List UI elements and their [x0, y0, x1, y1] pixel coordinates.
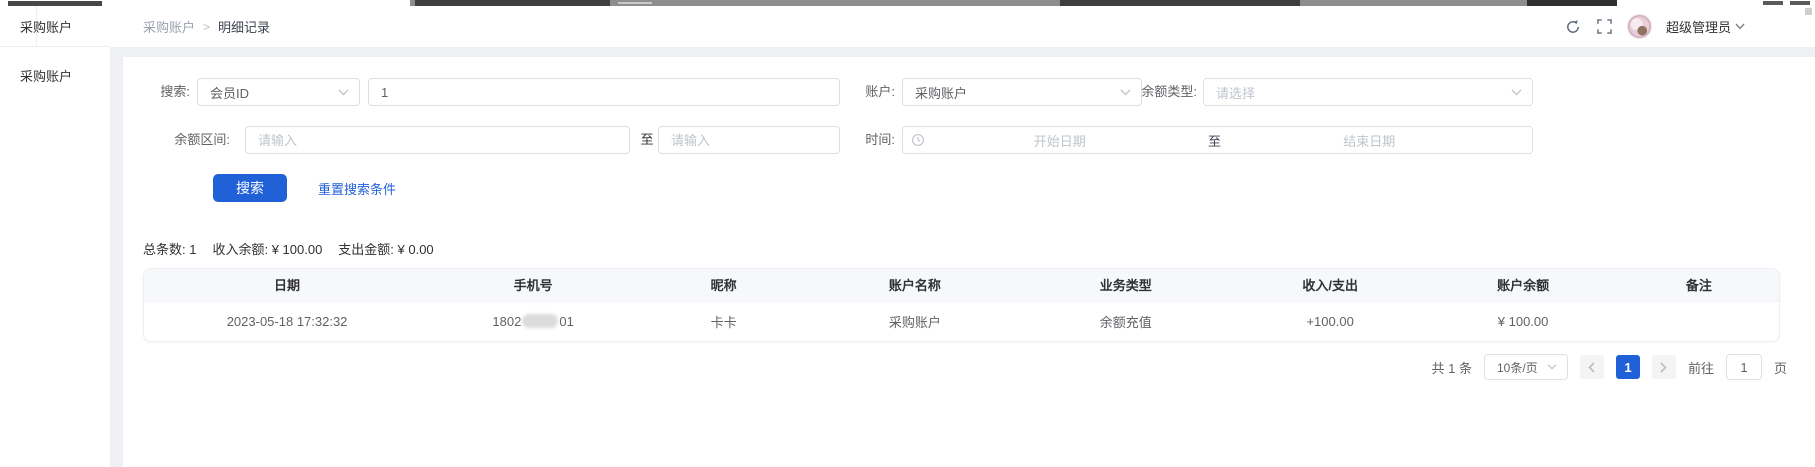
col-nickname: 昵称 — [636, 269, 811, 301]
search-type-value: 会员ID — [210, 83, 249, 102]
next-page-button[interactable] — [1652, 355, 1676, 379]
summary-total: 总条数: 1 — [143, 239, 196, 258]
col-date: 日期 — [144, 269, 430, 301]
content-card: 搜索: 会员ID 账户: 采购账户 余额类型: 请选择 余额区间: 至 时间: … — [123, 57, 1815, 467]
fullscreen-icon[interactable] — [1596, 18, 1613, 35]
goto-unit: 页 — [1774, 358, 1787, 377]
range-max-wrap — [658, 126, 840, 154]
pagination-total: 共 1 条 — [1432, 358, 1472, 377]
scrollbar-thumb[interactable] — [1805, 8, 1812, 15]
table-row: 2023-05-18 17:32:32 180201 卡卡 采购账户 余额充值 … — [144, 301, 1779, 341]
top-fragment-dark — [1060, 0, 1300, 6]
top-cutoff-strip — [0, 0, 1815, 6]
sidebar-section-label: 采购账户 — [20, 17, 72, 36]
top-fragment-right — [1790, 1, 1810, 5]
summary-bar: 总条数: 1 收入余额: ¥ 100.00 支出金额: ¥ 0.00 — [143, 239, 434, 258]
sidebar-item-purchase-account[interactable]: 采购账户 — [0, 55, 110, 95]
range-to-separator: 至 — [636, 126, 658, 154]
phone-suffix: 01 — [559, 314, 573, 329]
search-input[interactable] — [368, 78, 840, 106]
cell-amount: +100.00 — [1233, 301, 1428, 341]
summary-expense: 支出金额: ¥ 0.00 — [338, 239, 433, 258]
breadcrumb-item-current: 明细记录 — [218, 17, 270, 36]
account-label: 账户: — [855, 78, 895, 106]
sidebar: 采购账户 采购账户 — [0, 6, 110, 467]
phone-prefix: 1802 — [492, 314, 521, 329]
clock-icon — [911, 133, 925, 147]
phone-blur-mask — [522, 314, 558, 328]
chevron-right-icon — [1660, 362, 1667, 373]
goto-page-input[interactable] — [1726, 354, 1762, 380]
sidebar-section-title[interactable]: 采购账户 — [0, 6, 110, 47]
goto-label: 前往 — [1688, 358, 1714, 377]
balance-type-placeholder: 请选择 — [1216, 83, 1255, 102]
chevron-left-icon — [1588, 362, 1595, 373]
top-fragment-left — [8, 1, 102, 6]
search-label: 搜索: — [143, 78, 190, 106]
col-amount: 收入/支出 — [1233, 269, 1428, 301]
prev-page-button[interactable] — [1580, 355, 1604, 379]
time-label: 时间: — [855, 126, 895, 154]
top-fragment-text — [618, 2, 652, 4]
breadcrumb: 采购账户 > 明细记录 — [110, 17, 270, 36]
top-fragment-right — [1763, 1, 1783, 5]
header-bar: 采购账户 > 明细记录 超级管理员 — [110, 6, 1815, 47]
table-header-row: 日期 手机号 昵称 账户名称 业务类型 收入/支出 账户余额 备注 — [144, 269, 1779, 301]
search-button[interactable]: 搜索 — [213, 174, 287, 202]
sidebar-item-label: 采购账户 — [20, 66, 72, 85]
user-name-label: 超级管理员 — [1666, 17, 1731, 36]
date-start-placeholder[interactable]: 开始日期 — [925, 131, 1195, 150]
page-size-select[interactable]: 10条/页 — [1484, 354, 1568, 380]
top-fragment-dark — [415, 0, 610, 6]
date-range-picker[interactable]: 开始日期 至 结束日期 — [902, 126, 1533, 154]
date-to-separator: 至 — [1195, 131, 1235, 150]
page-size-value: 10条/页 — [1497, 359, 1538, 376]
records-table: 日期 手机号 昵称 账户名称 业务类型 收入/支出 账户余额 备注 2023-0… — [143, 268, 1780, 342]
cell-nickname: 卡卡 — [636, 301, 811, 341]
user-avatar[interactable] — [1627, 14, 1652, 39]
top-fragment-dark — [1527, 0, 1617, 6]
breadcrumb-item-root[interactable]: 采购账户 — [143, 17, 195, 36]
col-remark: 备注 — [1619, 269, 1779, 301]
chevron-down-icon — [1547, 364, 1557, 370]
user-menu[interactable]: 超级管理员 — [1666, 17, 1745, 36]
account-select-value: 采购账户 — [915, 83, 967, 102]
balance-max-input[interactable] — [658, 126, 840, 154]
date-end-placeholder[interactable]: 结束日期 — [1235, 131, 1505, 150]
cell-account-name: 采购账户 — [811, 301, 1019, 341]
chevron-down-icon — [1735, 23, 1745, 30]
balance-range-label: 余额区间: — [143, 126, 230, 154]
col-biz-type: 业务类型 — [1019, 269, 1233, 301]
col-phone: 手机号 — [430, 269, 636, 301]
balance-type-select[interactable]: 请选择 — [1203, 78, 1533, 106]
col-balance: 账户余额 — [1427, 269, 1618, 301]
breadcrumb-separator-icon: > — [203, 20, 210, 34]
header-tools: 超级管理员 — [1565, 14, 1815, 39]
reset-search-link[interactable]: 重置搜索条件 — [318, 179, 396, 198]
cell-biz-type: 余额充值 — [1019, 301, 1233, 341]
col-account-name: 账户名称 — [811, 269, 1019, 301]
balance-min-input[interactable] — [245, 126, 630, 154]
refresh-icon[interactable] — [1565, 18, 1582, 35]
chevron-down-icon — [1511, 89, 1522, 96]
balance-type-label: 余额类型: — [1127, 78, 1197, 106]
cell-remark — [1619, 301, 1779, 341]
search-type-select[interactable]: 会员ID — [197, 78, 360, 106]
pagination: 共 1 条 10条/页 1 前往 页 — [1432, 354, 1788, 380]
cell-balance: ¥ 100.00 — [1427, 301, 1618, 341]
range-min-wrap — [245, 126, 630, 154]
search-input-wrap — [368, 78, 840, 106]
chevron-down-icon — [338, 89, 349, 96]
page-number-current[interactable]: 1 — [1616, 355, 1640, 379]
account-select[interactable]: 采购账户 — [902, 78, 1142, 106]
cell-phone: 1802 01 — [430, 301, 636, 341]
summary-income: 收入余额: ¥ 100.00 — [212, 239, 322, 258]
cell-date: 2023-05-18 17:32:32 — [144, 301, 430, 341]
